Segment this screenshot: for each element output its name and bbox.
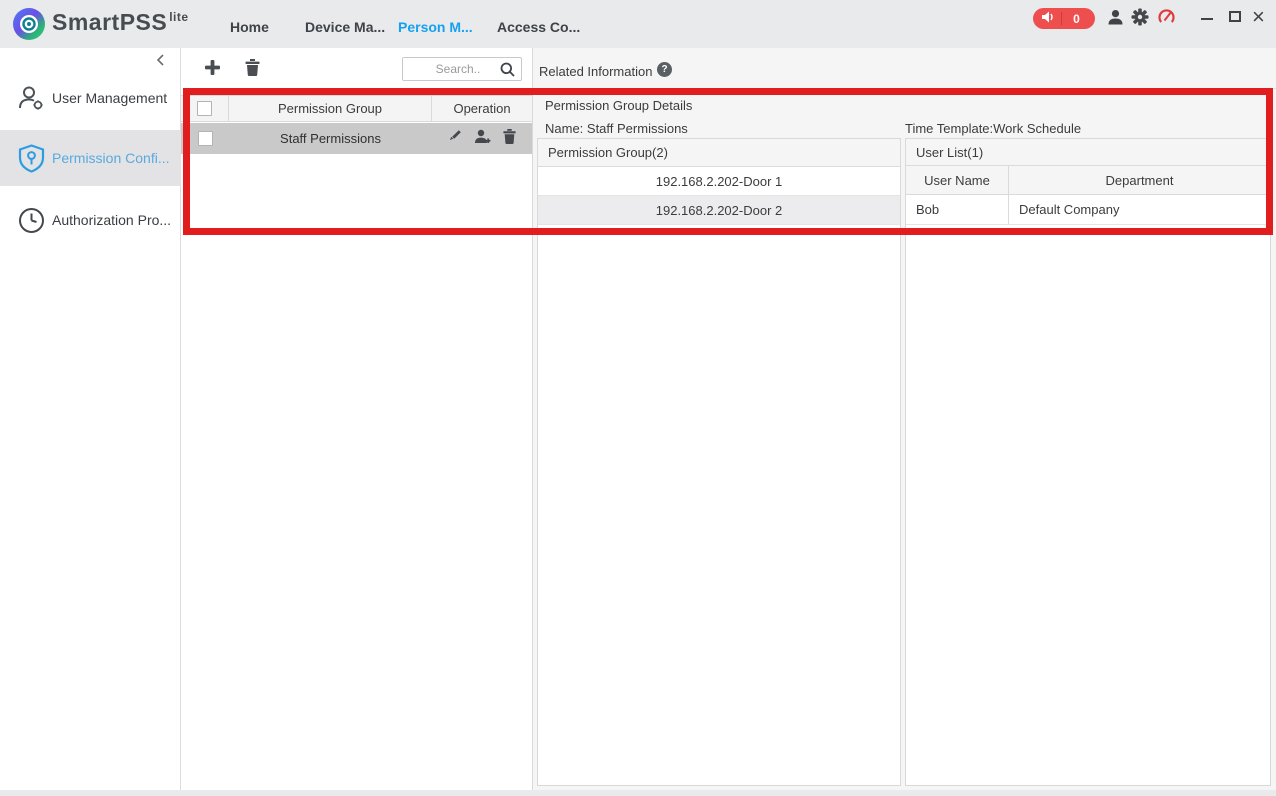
fault-gauge-icon[interactable]	[1158, 9, 1175, 30]
user-list-header: User List(1)	[906, 139, 1270, 166]
tab-home[interactable]: Home	[230, 19, 269, 35]
sidebar-item-label: Authorization Pro...	[52, 212, 172, 228]
minimize-button[interactable]	[1201, 18, 1213, 20]
maximize-button[interactable]	[1229, 11, 1241, 22]
column-department: Department	[1105, 173, 1174, 188]
add-user-icon[interactable]	[474, 129, 491, 149]
delete-row-trash-icon[interactable]	[503, 128, 516, 149]
sidebar-item-user-management[interactable]: User Management	[0, 72, 181, 124]
sidebar-item-label: User Management	[52, 90, 168, 106]
select-all-checkbox[interactable]	[197, 101, 212, 116]
add-group-button[interactable]	[205, 60, 220, 80]
group-name: Staff Permissions	[280, 131, 381, 146]
tab-person-manager[interactable]: Person M...	[398, 19, 473, 35]
sidebar-collapse-chevron-icon[interactable]	[154, 52, 170, 68]
group-table-header: Permission Group Operation	[181, 95, 532, 122]
column-operation: Operation	[453, 101, 511, 116]
search-input[interactable]	[403, 58, 499, 80]
department-cell: Default Company	[1019, 202, 1120, 217]
group-toolbar	[181, 48, 532, 88]
brand-title: SmartPSS lite	[52, 9, 189, 35]
related-information-title: Related Information	[539, 64, 653, 79]
delete-group-button[interactable]	[245, 59, 260, 81]
account-icon[interactable]	[1107, 9, 1124, 30]
alarm-count: 0	[1073, 11, 1080, 26]
permission-group-panel: Permission Group Operation Staff Permiss…	[181, 48, 533, 790]
alarm-counter-pill[interactable]: 0	[1033, 8, 1095, 29]
shield-key-icon	[16, 143, 46, 173]
user-list: User List(1) User Name Department Bob De…	[905, 138, 1271, 786]
sidebar-item-authorization-progress[interactable]: Authorization Pro...	[0, 194, 181, 246]
column-permission-group: Permission Group	[229, 96, 432, 121]
column-user-name: User Name	[906, 166, 1009, 194]
user-name-cell: Bob	[906, 195, 1009, 224]
sidebar-item-permission-config[interactable]: Permission Confi...	[0, 130, 181, 186]
permission-group-list: Permission Group(2) 192.168.2.202-Door 1…	[537, 138, 901, 786]
settings-gear-icon[interactable]	[1131, 8, 1149, 31]
title-bar: SmartPSS lite Home Device Ma... Person M.…	[0, 0, 1276, 48]
door-list-item: 192.168.2.202-Door 1	[538, 167, 900, 196]
user-list-row: Bob Default Company	[906, 195, 1270, 225]
sidebar-item-label: Permission Confi...	[52, 150, 170, 166]
sidebar: User Management Permission Confi... Auth…	[0, 48, 181, 790]
group-row-staff-permissions[interactable]: Staff Permissions	[181, 123, 532, 154]
tab-device-manager[interactable]: Device Ma...	[305, 19, 385, 35]
clock-icon	[16, 207, 46, 234]
window-bottom-edge	[0, 790, 1276, 796]
app-logo-icon	[12, 7, 46, 41]
edit-pencil-icon[interactable]	[448, 129, 462, 148]
permission-group-list-header: Permission Group(2)	[538, 139, 900, 167]
time-template-line: Time Template:Work Schedule	[905, 121, 1082, 136]
search-box	[402, 57, 522, 81]
related-information-body: Permission Group Details Name: Staff Per…	[533, 88, 1276, 788]
door-list-item: 192.168.2.202-Door 2	[538, 196, 900, 225]
related-information-region: Related Information ? Permission Group D…	[533, 48, 1276, 790]
user-list-columns: User Name Department	[906, 166, 1270, 195]
close-button[interactable]: ×	[1252, 4, 1265, 30]
permission-group-details-title: Permission Group Details	[545, 98, 693, 113]
help-icon[interactable]: ?	[657, 62, 672, 77]
row-checkbox[interactable]	[197, 131, 213, 146]
search-icon[interactable]	[500, 62, 515, 82]
user-gear-icon	[16, 84, 46, 112]
speaker-icon	[1042, 10, 1055, 28]
tab-access-control[interactable]: Access Co...	[497, 19, 580, 35]
group-name-line: Name: Staff Permissions	[545, 121, 688, 136]
